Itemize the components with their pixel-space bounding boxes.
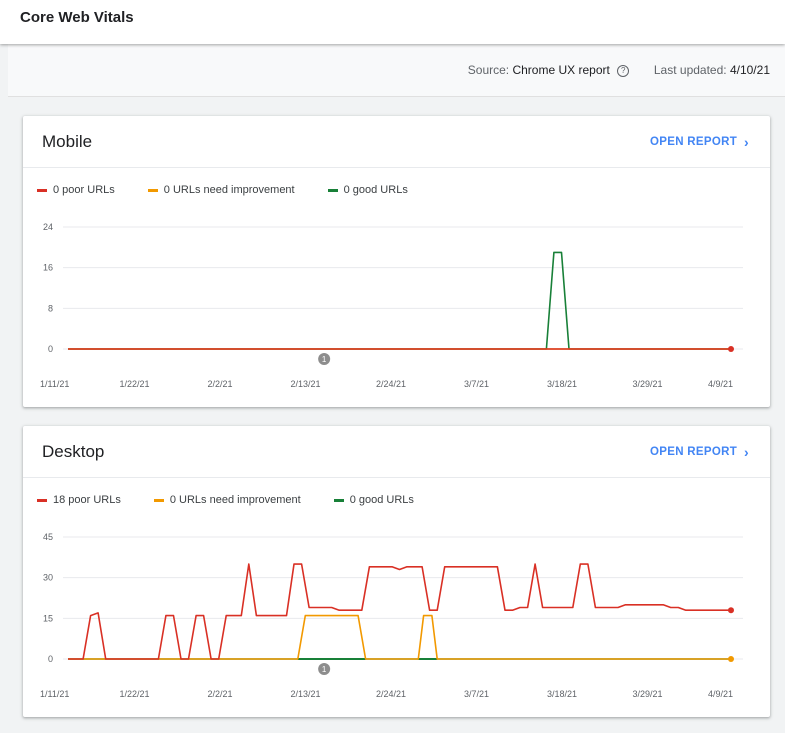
legend-label-poor: 0 poor URLs xyxy=(53,184,115,196)
y-tick-label: 30 xyxy=(43,573,53,583)
series-end-marker xyxy=(728,607,734,614)
x-tick-label: 3/29/21 xyxy=(632,379,662,389)
legend-swatch-good xyxy=(333,498,344,502)
legend-label-good: 0 good URLs xyxy=(343,184,408,196)
y-tick-label: 45 xyxy=(43,532,53,542)
x-tick-label: 4/9/21 xyxy=(708,379,733,389)
x-tick-label: 1/11/21 xyxy=(40,689,69,699)
annotation-marker-label: 1 xyxy=(322,665,327,674)
legend-item-needs-improvement[interactable]: 0 URLs need improvement xyxy=(153,494,301,506)
series-line xyxy=(68,614,731,660)
x-tick-label: 2/13/21 xyxy=(290,379,320,389)
series-line xyxy=(68,563,731,660)
x-tick-label: 3/29/21 xyxy=(632,689,662,699)
legend-swatch-needs-improvement xyxy=(153,498,164,502)
chevron-right-icon: › xyxy=(744,444,749,460)
y-tick-label: 0 xyxy=(48,344,53,354)
card-header: Desktop OPEN REPORT › xyxy=(23,426,770,478)
y-tick-label: 8 xyxy=(48,303,53,313)
card-title-desktop: Desktop xyxy=(42,442,105,461)
series-line xyxy=(68,251,731,350)
legend-swatch-needs-improvement xyxy=(147,188,158,192)
report-metadata: Source: Chrome UX report ? Last updated:… xyxy=(468,63,770,77)
card-title-mobile: Mobile xyxy=(42,132,93,151)
legend-label-needs-improvement: 0 URLs need improvement xyxy=(169,494,301,506)
x-tick-label: 2/13/21 xyxy=(290,689,320,699)
x-tick-label: 2/2/21 xyxy=(207,689,232,699)
x-tick-label: 4/9/21 xyxy=(708,689,733,699)
last-updated-value: 4/10/21 xyxy=(729,63,770,77)
help-circle-icon[interactable]: ? xyxy=(617,65,630,77)
x-tick-label: 3/18/21 xyxy=(547,379,577,389)
chart-legend: 18 poor URLs 0 URLs need improvement 0 g… xyxy=(37,494,447,506)
desktop-card: Desktop OPEN REPORT › 18 poor URLs 0 URL… xyxy=(23,426,770,717)
x-tick-label: 3/7/21 xyxy=(464,379,489,389)
x-tick-label: 3/7/21 xyxy=(464,689,489,699)
last-updated-label: Last updated: xyxy=(653,63,727,77)
legend-label-poor: 18 poor URLs xyxy=(53,494,121,506)
open-report-button-mobile[interactable]: OPEN REPORT › xyxy=(650,134,749,150)
x-tick-label: 1/22/21 xyxy=(119,379,149,389)
y-tick-label: 0 xyxy=(48,654,53,664)
y-tick-label: 15 xyxy=(43,613,53,623)
chevron-right-icon: › xyxy=(744,134,749,150)
source-label: Source: xyxy=(467,63,510,77)
open-report-label: OPEN REPORT xyxy=(650,446,738,458)
legend-swatch-poor xyxy=(37,498,47,502)
desktop-line-chart[interactable]: 0 15 30 45 1/11/21 1/22/21 2/2/21 2/13/21 2/24/2… xyxy=(23,526,770,711)
mobile-line-chart[interactable]: 0 8 16 24 1/11/21 1/22/21 2/2/21 2/13/21 2/24/21… xyxy=(23,216,770,401)
x-tick-label: 3/18/21 xyxy=(547,689,577,699)
series-end-marker xyxy=(728,346,734,352)
x-tick-label: 1/22/21 xyxy=(119,689,149,699)
legend-item-good[interactable]: 0 good URLs xyxy=(327,184,408,196)
annotation-marker-label: 1 xyxy=(322,355,327,364)
legend-item-poor[interactable]: 0 poor URLs xyxy=(37,184,115,196)
x-tick-label: 2/24/21 xyxy=(376,379,406,389)
legend-swatch-poor xyxy=(37,188,47,192)
page-title: Core Web Vitals xyxy=(20,9,134,26)
open-report-label: OPEN REPORT xyxy=(650,136,738,148)
series-end-marker xyxy=(728,656,734,662)
x-tick-label: 1/11/21 xyxy=(40,379,69,389)
legend-swatch-good xyxy=(327,188,338,192)
legend-label-needs-improvement: 0 URLs need improvement xyxy=(163,184,295,196)
legend-item-needs-improvement[interactable]: 0 URLs need improvement xyxy=(147,184,295,196)
legend-item-good[interactable]: 0 good URLs xyxy=(333,494,414,506)
mobile-card: Mobile OPEN REPORT › 0 poor URLs 0 URLs … xyxy=(23,116,770,407)
source-value: Chrome UX report xyxy=(512,63,610,77)
open-report-button-desktop[interactable]: OPEN REPORT › xyxy=(650,444,749,460)
legend-label-good: 0 good URLs xyxy=(349,494,414,506)
info-bar: Source: Chrome UX report ? Last updated:… xyxy=(8,44,785,97)
x-tick-label: 2/24/21 xyxy=(376,689,406,699)
app-header: Core Web Vitals xyxy=(0,0,785,44)
x-tick-label: 2/2/21 xyxy=(207,379,232,389)
legend-item-poor[interactable]: 18 poor URLs xyxy=(37,494,121,506)
y-tick-label: 16 xyxy=(43,263,53,273)
card-header: Mobile OPEN REPORT › xyxy=(23,116,770,168)
y-tick-label: 24 xyxy=(43,222,53,232)
chart-legend: 0 poor URLs 0 URLs need improvement 0 go… xyxy=(37,184,441,196)
